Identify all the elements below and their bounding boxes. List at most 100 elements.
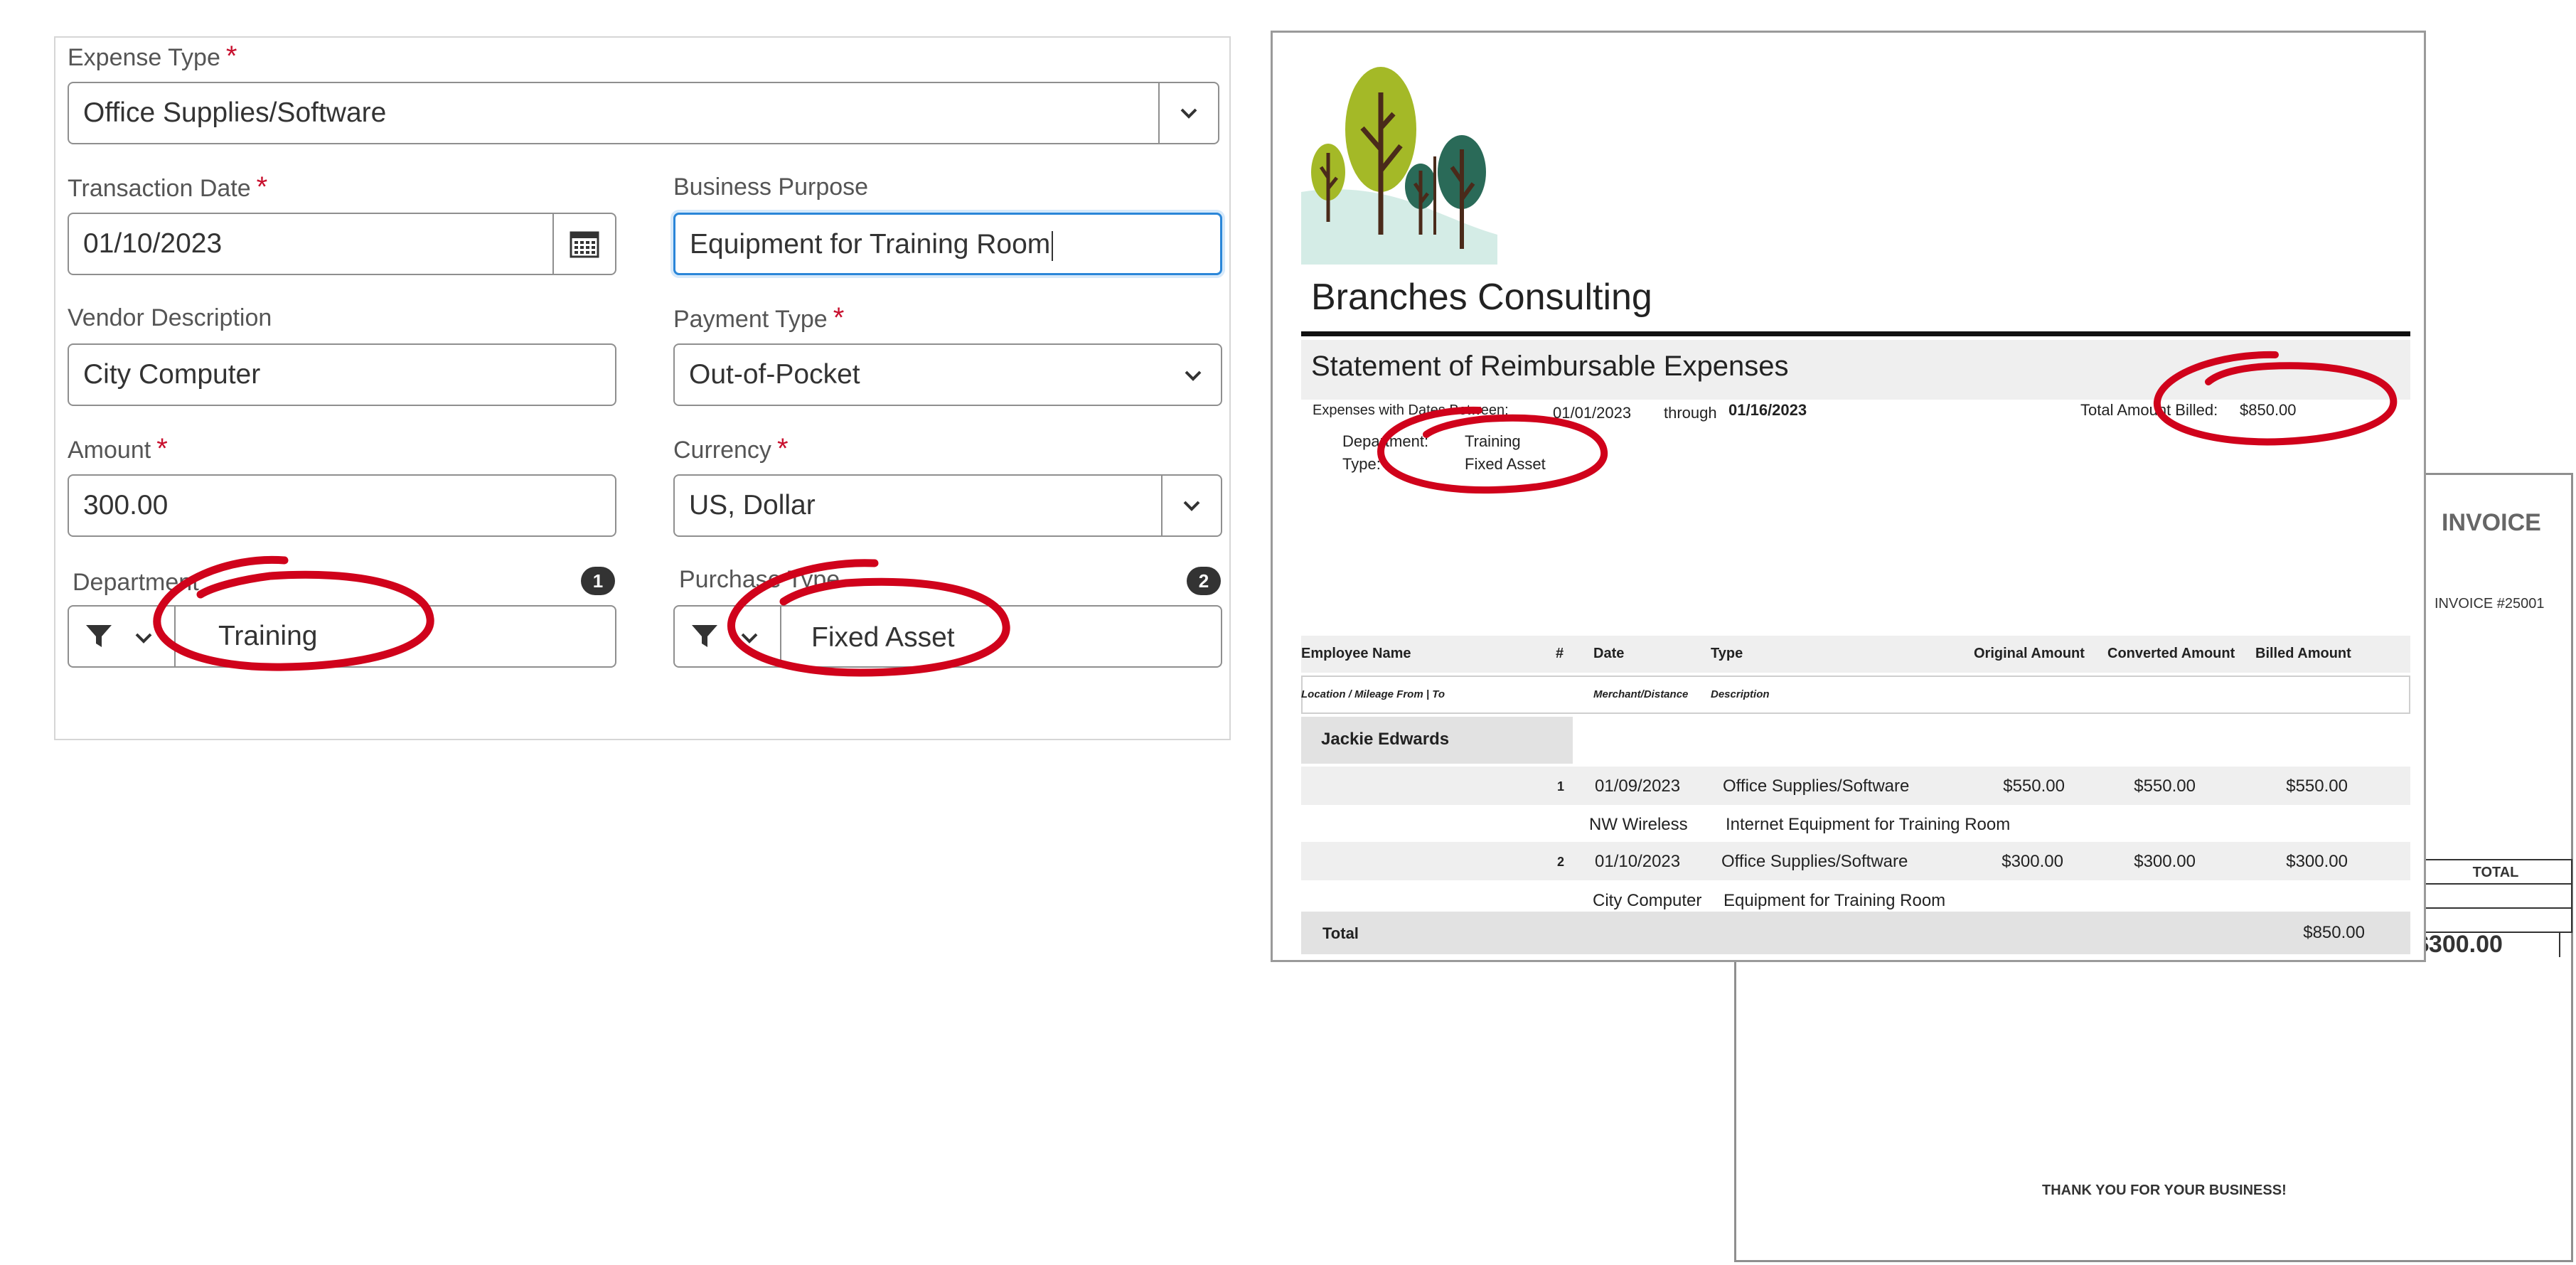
- through-label: through: [1664, 404, 1717, 422]
- row-converted-amount: $300.00: [2134, 852, 2196, 871]
- calendar-button[interactable]: [552, 214, 615, 274]
- chevron-down-icon: [1180, 108, 1197, 119]
- row-type: Office Supplies/Software: [1723, 776, 1910, 796]
- department-filter-value: Training: [1465, 432, 1521, 450]
- vendor-description-value: City Computer: [83, 359, 261, 390]
- row-billed-amount: $300.00: [2286, 852, 2348, 871]
- subheader-merchant: Merchant/Distance: [1593, 688, 1689, 700]
- row-original-amount: $300.00: [2002, 852, 2063, 871]
- row-original-amount: $550.00: [2003, 776, 2065, 796]
- row-billed-amount: $550.00: [2286, 776, 2348, 796]
- type-filter-value: Fixed Asset: [1465, 455, 1546, 473]
- row-number: 2: [1557, 855, 1565, 869]
- col-original-amount: Original Amount: [1974, 646, 2085, 661]
- col-billed-amount: Billed Amount: [2255, 646, 2351, 661]
- total-row: [1301, 912, 2410, 954]
- row-number: 1: [1557, 779, 1565, 794]
- filter-icon: [692, 625, 717, 647]
- invoice-total-header-cell: TOTAL: [2419, 859, 2572, 885]
- invoice-total-header: TOTAL: [2472, 865, 2519, 880]
- dates-label: Expenses with Dates Between:: [1313, 402, 1509, 418]
- payment-type-select[interactable]: Out-of-Pocket: [673, 343, 1222, 406]
- col-converted-amount: Converted Amount: [2107, 646, 2235, 661]
- expense-statement-document: Branches Consulting Statement of Reimbur…: [1271, 31, 2426, 962]
- chevron-down-icon: [1183, 501, 1200, 511]
- row-date: 01/10/2023: [1595, 852, 1681, 871]
- company-name: Branches Consulting: [1311, 277, 1652, 318]
- col-date: Date: [1593, 646, 1625, 661]
- chevron-down-icon: [1185, 370, 1202, 381]
- department-filter-label: Department:: [1342, 432, 1429, 450]
- invoice-title: INVOICE: [2442, 509, 2541, 536]
- header-rule: [1301, 331, 2410, 336]
- invoice-table-divider: [2559, 933, 2560, 957]
- currency-value: US, Dollar: [689, 490, 816, 521]
- expense-type-label: Expense Type *: [68, 41, 237, 72]
- expense-form: Expense Type * Office Supplies/Software T…: [54, 36, 1231, 740]
- currency-select[interactable]: US, Dollar: [673, 474, 1222, 537]
- payment-type-label: Payment Type *: [673, 302, 845, 333]
- chevron-down-icon: [741, 633, 758, 644]
- date-to: 01/16/2023: [1728, 401, 1807, 419]
- invoice-grand-total: $300.00: [2415, 931, 2503, 958]
- column-header-band: [1301, 636, 2410, 673]
- amount-value: 300.00: [83, 490, 169, 521]
- invoice-table-row: [2419, 883, 2572, 909]
- invoice-table-row: [2419, 907, 2572, 933]
- department-value: Training: [218, 621, 318, 651]
- expense-type-value: Office Supplies/Software: [83, 97, 387, 128]
- row-type: Office Supplies/Software: [1721, 852, 1908, 871]
- row-description: Internet Equipment for Training Room: [1726, 815, 2011, 834]
- business-purpose-input[interactable]: Equipment for Training Room: [673, 213, 1222, 275]
- department-field[interactable]: Training: [68, 605, 616, 668]
- row-merchant: City Computer: [1593, 891, 1702, 910]
- department-label: Department: [73, 569, 199, 596]
- filter-icon: [86, 625, 112, 647]
- col-type: Type: [1711, 646, 1743, 661]
- transaction-date-value: 01/10/2023: [83, 228, 223, 259]
- amount-input[interactable]: 300.00: [68, 474, 616, 537]
- employee-name: Jackie Edwards: [1321, 730, 1450, 749]
- vendor-description-input[interactable]: City Computer: [68, 343, 616, 406]
- chevron-down-icon: [135, 633, 152, 644]
- invoice-thanks: THANK YOU FOR YOUR BUSINESS!: [2042, 1183, 2287, 1198]
- row-merchant: NW Wireless: [1589, 815, 1688, 834]
- expense-type-dropdown-toggle[interactable]: [1158, 83, 1218, 143]
- total-label: Total: [1322, 924, 1359, 942]
- trees-logo: [1301, 67, 1497, 265]
- department-count-badge: 1: [581, 567, 615, 595]
- purchase-type-filter-button[interactable]: [675, 607, 781, 666]
- row-description: Equipment for Training Room: [1723, 891, 1946, 910]
- text-cursor: [1052, 230, 1054, 261]
- amount-label: Amount *: [68, 433, 168, 464]
- subheader-row: [1301, 676, 2410, 714]
- row-date: 01/09/2023: [1595, 776, 1681, 796]
- purchase-type-value: Fixed Asset: [811, 622, 955, 653]
- date-from: 01/01/2023: [1553, 404, 1632, 422]
- transaction-date-input[interactable]: 01/10/2023: [68, 213, 616, 275]
- col-employee-name: Employee Name: [1301, 646, 1411, 661]
- total-billed-label: Total Amount Billed:: [2080, 401, 2218, 419]
- vendor-description-label: Vendor Description: [68, 304, 272, 331]
- department-filter-button[interactable]: [69, 607, 176, 666]
- total-billed-value: $850.00: [2240, 401, 2297, 419]
- currency-dropdown-toggle[interactable]: [1161, 476, 1221, 535]
- row-converted-amount: $550.00: [2134, 776, 2196, 796]
- subheader-location: Location / Mileage From | To: [1301, 688, 1445, 700]
- transaction-date-label: Transaction Date *: [68, 171, 268, 203]
- currency-label: Currency *: [673, 433, 789, 464]
- business-purpose-label: Business Purpose: [673, 174, 869, 201]
- purchase-type-field[interactable]: Fixed Asset: [673, 605, 1222, 668]
- invoice-number: INVOICE #25001: [2435, 596, 2545, 612]
- subheader-description: Description: [1711, 688, 1770, 700]
- purchase-type-label: Purchase Type: [679, 566, 840, 593]
- calendar-icon: [570, 231, 599, 258]
- statement-title: Statement of Reimbursable Expenses: [1311, 351, 1789, 382]
- expense-type-select[interactable]: Office Supplies/Software: [68, 82, 1219, 144]
- payment-type-value: Out-of-Pocket: [689, 359, 860, 390]
- total-value: $850.00: [2303, 923, 2365, 942]
- type-filter-label: Type:: [1342, 455, 1381, 473]
- purchase-type-count-badge: 2: [1187, 567, 1221, 595]
- col-number: #: [1556, 646, 1564, 661]
- business-purpose-value: Equipment for Training Room: [690, 215, 1054, 274]
